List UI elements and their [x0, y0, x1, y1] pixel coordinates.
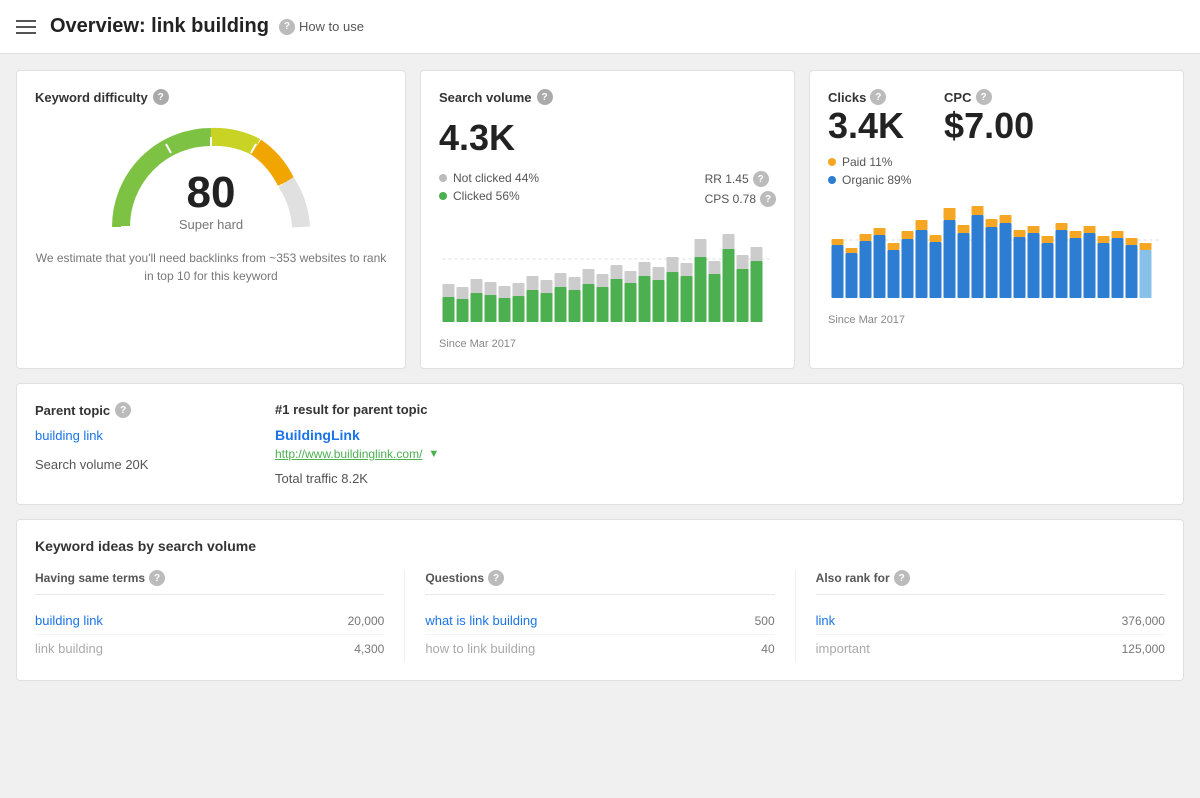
sv-bar-chart [439, 219, 776, 329]
cps-row: CPS 0.78 ? [705, 191, 776, 207]
cps-help-icon[interactable]: ? [760, 191, 776, 207]
clicks-header: Clicks ? 3.4K CPC ? $7.00 [828, 89, 1165, 147]
rr-help-icon[interactable]: ? [753, 171, 769, 187]
clicks-since: Since Mar 2017 [828, 314, 1165, 326]
questions-col: Questions ? what is link building 500 ho… [425, 570, 795, 662]
clicked-dot [439, 192, 447, 200]
same-terms-kw-2: link building [35, 641, 103, 656]
sv-legend: Not clicked 44% Clicked 56% [439, 171, 539, 203]
clicks-bar-chart [828, 195, 1165, 305]
sv-chart-wrapper: Since Mar 2017 [439, 211, 776, 350]
rr-cps: RR 1.45 ? CPS 0.78 ? [705, 171, 776, 207]
kd-help-icon[interactable]: ? [153, 89, 169, 105]
also-rank-help-icon[interactable]: ? [894, 570, 910, 586]
paid-row: Paid 11% [828, 155, 1165, 169]
keyword-ideas-title: Keyword ideas by search volume [35, 538, 1165, 554]
questions-row-2: how to link building 40 [425, 635, 774, 662]
parent-topic-card: Parent topic ? building link Search volu… [16, 383, 1184, 505]
questions-vol-1: 500 [755, 614, 775, 628]
dropdown-arrow-icon[interactable]: ▼ [428, 448, 439, 460]
questions-help-icon[interactable]: ? [488, 570, 504, 586]
clicks-value: 3.4K [828, 105, 904, 147]
also-rank-kw-2: important [816, 641, 870, 656]
result-url-row: http://www.buildinglink.com/ ▼ [275, 447, 1165, 461]
clicks-label: Clicks ? [828, 89, 904, 105]
clicks-legend: Paid 11% Organic 89% [828, 155, 1165, 187]
parent-topic-left: Parent topic ? building link Search volu… [35, 402, 235, 486]
help-icon: ? [279, 19, 295, 35]
gauge-container: 80 Super hard [35, 117, 387, 237]
rr-row: RR 1.45 ? [705, 171, 776, 187]
svg-text:Super hard: Super hard [179, 217, 243, 232]
cpc-help-icon[interactable]: ? [976, 89, 992, 105]
also-rank-row-2: important 125,000 [816, 635, 1165, 662]
sv-top-row: Not clicked 44% Clicked 56% RR 1.45 ? CP… [439, 171, 776, 211]
also-rank-col: Also rank for ? link 376,000 important 1… [816, 570, 1165, 662]
clicks-help-icon[interactable]: ? [870, 89, 886, 105]
same-terms-col: Having same terms ? building link 20,000… [35, 570, 405, 662]
also-rank-row-1: link 376,000 [816, 607, 1165, 635]
kd-label: Keyword difficulty ? [35, 89, 387, 105]
also-rank-vol-1: 376,000 [1122, 614, 1165, 628]
also-rank-kw-1[interactable]: link [816, 613, 836, 628]
same-terms-help-icon[interactable]: ? [149, 570, 165, 586]
clicks-section: Clicks ? 3.4K [828, 89, 904, 147]
sv-help-icon[interactable]: ? [537, 89, 553, 105]
same-terms-vol-2: 4,300 [354, 642, 384, 656]
how-to-use-label: How to use [299, 19, 364, 34]
main-content: Keyword difficulty ? 80 [0, 54, 1200, 697]
sv-since: Since Mar 2017 [439, 338, 776, 350]
cpc-label: CPC ? [944, 89, 1034, 105]
keyword-difficulty-card: Keyword difficulty ? 80 [16, 70, 406, 369]
paid-dot [828, 158, 836, 166]
top-cards-row: Keyword difficulty ? 80 [16, 70, 1184, 369]
menu-icon[interactable] [16, 20, 36, 34]
questions-header: Questions ? [425, 570, 774, 595]
result-url[interactable]: http://www.buildinglink.com/ [275, 447, 422, 461]
how-to-use-button[interactable]: ? How to use [279, 19, 364, 35]
not-clicked-row: Not clicked 44% [439, 171, 539, 185]
parent-topic-right: #1 result for parent topic BuildingLink … [275, 402, 1165, 486]
same-terms-row-1: building link 20,000 [35, 607, 384, 635]
also-rank-header: Also rank for ? [816, 570, 1165, 595]
parent-topic-sv: Search volume 20K [35, 457, 235, 472]
also-rank-vol-2: 125,000 [1122, 642, 1165, 656]
cpc-section: CPC ? $7.00 [944, 89, 1034, 147]
keyword-ideas-card: Keyword ideas by search volume Having sa… [16, 519, 1184, 681]
result-label: #1 result for parent topic [275, 402, 1165, 417]
svg-text:80: 80 [187, 168, 236, 217]
header: Overview: link building ? How to use [0, 0, 1200, 54]
questions-kw-2: how to link building [425, 641, 535, 656]
questions-kw-1[interactable]: what is link building [425, 613, 537, 628]
keyword-columns: Having same terms ? building link 20,000… [35, 570, 1165, 662]
parent-topic-label: Parent topic ? [35, 402, 235, 418]
parent-topic-help-icon[interactable]: ? [115, 402, 131, 418]
page-title: Overview: link building [50, 15, 269, 38]
total-traffic: Total traffic 8.2K [275, 471, 1165, 486]
parent-topic-link[interactable]: building link [35, 428, 103, 443]
same-terms-kw-1[interactable]: building link [35, 613, 103, 628]
questions-row-1: what is link building 500 [425, 607, 774, 635]
clicks-card: Clicks ? 3.4K CPC ? $7.00 Paid 11% [809, 70, 1184, 369]
result-site-name: BuildingLink [275, 427, 1165, 443]
same-terms-header: Having same terms ? [35, 570, 384, 595]
gauge-chart: 80 Super hard [101, 117, 321, 237]
same-terms-row-2: link building 4,300 [35, 635, 384, 662]
search-volume-card: Search volume ? 4.3K Not clicked 44% Cli… [420, 70, 795, 369]
questions-vol-2: 40 [761, 642, 774, 656]
clicks-chart-wrapper: Since Mar 2017 [828, 187, 1165, 326]
same-terms-vol-1: 20,000 [348, 614, 385, 628]
kd-description: We estimate that you'll need backlinks f… [35, 249, 387, 285]
organic-dot [828, 176, 836, 184]
not-clicked-dot [439, 174, 447, 182]
sv-label: Search volume ? [439, 89, 776, 105]
organic-row: Organic 89% [828, 173, 1165, 187]
cpc-value: $7.00 [944, 105, 1034, 147]
sv-value: 4.3K [439, 117, 776, 159]
clicked-row: Clicked 56% [439, 189, 539, 203]
